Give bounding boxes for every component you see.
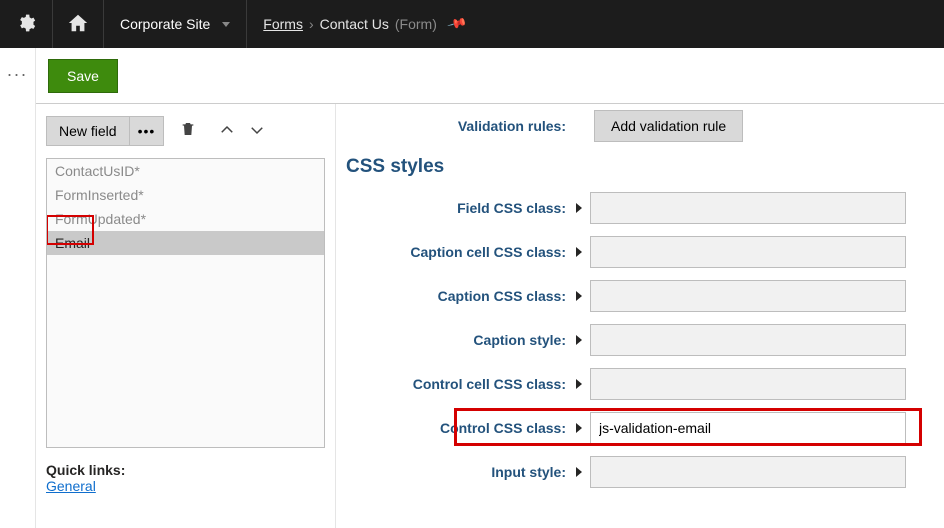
list-item[interactable]: ContactUsID* <box>47 159 324 183</box>
new-field-button[interactable]: New field <box>46 116 130 146</box>
form-area: Validation rules: Add validation rule CS… <box>336 104 944 528</box>
row-caption-css-class: Caption CSS class: <box>346 274 944 318</box>
row-caption-style: Caption style: <box>346 318 944 362</box>
row-validation-rules: Validation rules: Add validation rule <box>346 104 944 148</box>
list-item[interactable]: FormUpdated* <box>47 207 324 231</box>
fields-panel: New field ••• <box>36 104 336 528</box>
breadcrumb-muted: (Form) <box>395 16 437 32</box>
site-selector[interactable]: Corporate Site <box>104 0 247 48</box>
row-control-cell-css-class: Control cell CSS class: <box>346 362 944 406</box>
site-name: Corporate Site <box>120 16 216 32</box>
label-validation-rules: Validation rules: <box>346 118 572 134</box>
trash-icon <box>180 124 196 141</box>
row-caption-cell-css-class: Caption cell CSS class: <box>346 230 944 274</box>
breadcrumb-forms-link[interactable]: Forms <box>263 16 303 32</box>
label-caption-cell-css-class: Caption cell CSS class: <box>346 244 572 260</box>
quick-links-heading: Quick links: <box>46 462 325 478</box>
label-control-cell-css-class: Control cell CSS class: <box>346 376 572 392</box>
quick-links: Quick links: General <box>46 462 325 494</box>
topbar: Corporate Site Forms › Contact Us (Form)… <box>0 0 944 48</box>
input-control-cell-css-class[interactable] <box>590 368 906 400</box>
list-item-selected[interactable]: Email <box>47 231 324 255</box>
move-up-button[interactable] <box>212 119 242 144</box>
home-icon <box>67 12 89 37</box>
breadcrumb-cell: Forms › Contact Us (Form) 📌 <box>247 0 481 48</box>
more-icon: ... <box>7 60 28 528</box>
breadcrumb-sep-icon: › <box>309 16 314 32</box>
input-field-css-class[interactable] <box>590 192 906 224</box>
label-control-css-class: Control CSS class: <box>346 420 572 436</box>
caret-icon[interactable] <box>576 379 582 389</box>
left-gutter[interactable]: ... <box>0 48 36 528</box>
row-input-style: Input style: <box>346 450 944 494</box>
field-toolbar: New field ••• <box>46 116 325 146</box>
breadcrumb-current: Contact Us <box>320 16 389 32</box>
label-field-css-class: Field CSS class: <box>346 200 572 216</box>
row-control-css-class: Control CSS class: <box>346 406 944 450</box>
actionbar: Save <box>36 48 944 104</box>
label-caption-css-class: Caption CSS class: <box>346 288 572 304</box>
caret-icon[interactable] <box>576 423 582 433</box>
caret-icon[interactable] <box>576 291 582 301</box>
input-control-css-class[interactable] <box>590 412 906 444</box>
home-cell[interactable] <box>53 0 104 48</box>
input-input-style[interactable] <box>590 456 906 488</box>
caret-icon[interactable] <box>576 247 582 257</box>
input-caption-cell-css-class[interactable] <box>590 236 906 268</box>
delete-button[interactable] <box>172 117 204 146</box>
caret-icon[interactable] <box>576 203 582 213</box>
new-field-more-button[interactable]: ••• <box>130 116 165 146</box>
app-logo-cell[interactable] <box>0 0 53 48</box>
gear-icon <box>16 13 36 36</box>
quick-link-general[interactable]: General <box>46 478 96 494</box>
caret-icon[interactable] <box>576 467 582 477</box>
add-validation-rule-button[interactable]: Add validation rule <box>594 110 743 142</box>
row-field-css-class: Field CSS class: <box>346 186 944 230</box>
breadcrumb: Forms › Contact Us (Form) 📌 <box>263 16 465 32</box>
dropdown-triangle-icon <box>222 22 230 27</box>
label-input-style: Input style: <box>346 464 572 480</box>
chevron-down-icon <box>248 127 266 142</box>
label-caption-style: Caption style: <box>346 332 572 348</box>
field-list[interactable]: ContactUsID* FormInserted* FormUpdated* … <box>46 158 325 448</box>
chevron-up-icon <box>218 127 236 142</box>
section-css-styles: CSS styles <box>346 156 944 178</box>
input-caption-css-class[interactable] <box>590 280 906 312</box>
move-down-button[interactable] <box>242 119 272 144</box>
save-button[interactable]: Save <box>48 59 118 93</box>
caret-icon[interactable] <box>576 335 582 345</box>
list-item[interactable]: FormInserted* <box>47 183 324 207</box>
input-caption-style[interactable] <box>590 324 906 356</box>
pin-icon[interactable]: 📌 <box>446 13 468 35</box>
